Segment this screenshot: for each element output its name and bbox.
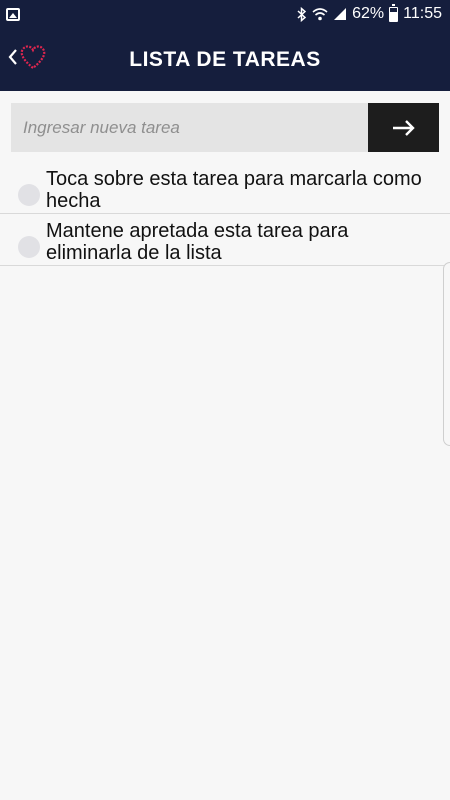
arrow-right-icon [392, 119, 415, 136]
task-list: Toca sobre esta tarea para marcarla como… [0, 162, 450, 266]
new-task-input[interactable] [11, 103, 368, 152]
back-button[interactable] [8, 42, 48, 76]
task-checkbox[interactable] [18, 184, 40, 206]
task-item[interactable]: Toca sobre esta tarea para marcarla como… [0, 162, 450, 214]
task-text: Toca sobre esta tarea para marcarla como… [46, 168, 422, 212]
page-title: LISTA DE TAREAS [129, 47, 321, 71]
status-time: 11:55 [403, 5, 442, 22]
heart-logo [18, 43, 48, 76]
status-left [6, 7, 20, 21]
task-text: Mantene apretada esta tarea para elimina… [46, 220, 349, 264]
battery-icon [389, 3, 399, 22]
signal-icon [333, 7, 347, 21]
bluetooth-icon [297, 6, 307, 22]
gallery-icon [6, 7, 20, 21]
task-item[interactable]: Mantene apretada esta tarea para elimina… [0, 214, 450, 266]
battery-percent: 62% [352, 5, 385, 22]
task-checkbox[interactable] [18, 236, 40, 258]
app-header: LISTA DE TAREAS [0, 28, 450, 91]
chevron-left-icon [8, 48, 18, 70]
status-right: 62% 11:55 [297, 3, 442, 23]
wifi-icon [312, 7, 328, 21]
status-bar: 62% 11:55 [0, 0, 450, 28]
edge-panel-handle[interactable] [443, 262, 450, 446]
add-task-button[interactable] [368, 103, 439, 152]
new-task-row [11, 103, 439, 152]
